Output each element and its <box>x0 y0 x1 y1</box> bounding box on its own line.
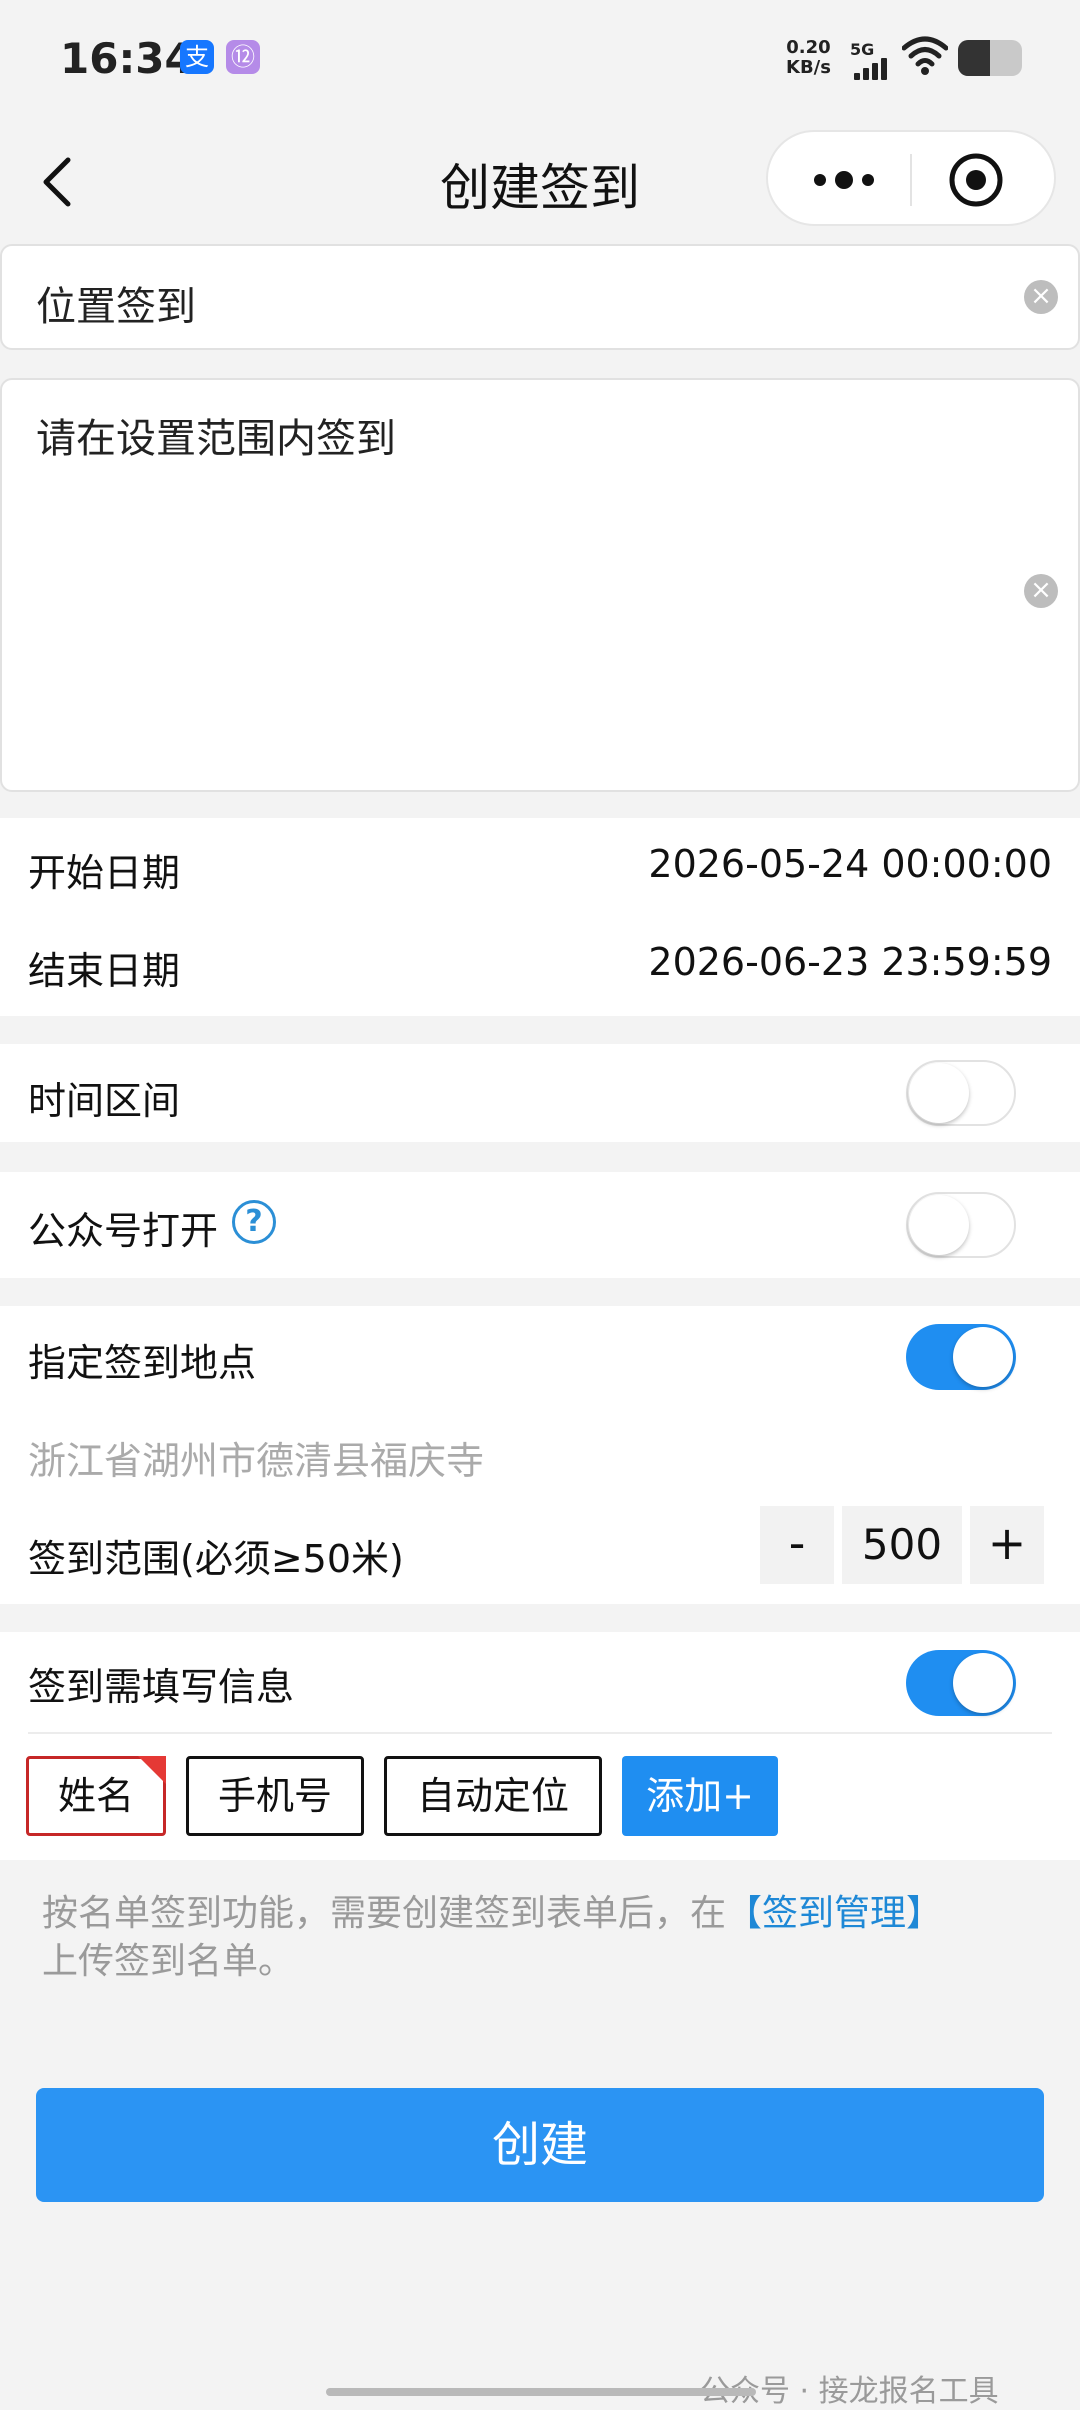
location-label: 指定签到地点 <box>28 1341 257 1385</box>
field-chip-label: 手机号 <box>217 1774 332 1818</box>
field-chip-label: 姓名 <box>57 1774 134 1818</box>
status-bar: 16:34 支 ⑫ 0.20 KB/s 5G <box>0 0 1080 118</box>
wifi-icon <box>902 36 948 75</box>
dates-card: 开始日期 2026-05-24 00:00:00 结束日期 2026-06-23… <box>0 818 1080 1016</box>
time-range-label: 时间区间 <box>28 1079 181 1123</box>
add-field-button[interactable]: 添加+ <box>622 1756 778 1836</box>
mini-program-capsule <box>766 130 1056 226</box>
field-chip-name[interactable]: 姓名 <box>26 1756 166 1836</box>
target-icon[interactable] <box>946 150 1006 210</box>
official-account-row: 公众号打开 ? <box>0 1172 1080 1278</box>
create-button[interactable]: 创建 <box>36 2088 1044 2202</box>
back-arrow-icon[interactable] <box>36 154 80 210</box>
capsule-divider <box>910 154 912 206</box>
location-toggle[interactable] <box>906 1324 1016 1390</box>
location-address[interactable]: 浙江省湖州市德清县福庆寺 <box>28 1430 484 1485</box>
official-account-toggle[interactable] <box>906 1192 1016 1258</box>
time-range-toggle[interactable] <box>906 1060 1016 1126</box>
title-input[interactable]: 位置签到 × <box>0 244 1080 350</box>
start-date-label: 开始日期 <box>28 851 181 895</box>
field-chip-location[interactable]: 自动定位 <box>384 1756 602 1836</box>
description-input[interactable]: 请在设置范围内签到 × <box>0 378 1080 792</box>
range-value[interactable]: 500 <box>842 1506 962 1584</box>
battery-icon <box>958 40 1022 76</box>
home-indicator <box>326 2388 756 2396</box>
net-speed-value: 0.20 <box>786 37 831 58</box>
field-chip-label: 自动定位 <box>416 1774 569 1818</box>
more-dots-icon[interactable] <box>794 152 894 208</box>
end-date-value[interactable]: 2026-06-23 23:59:59 <box>648 940 1052 984</box>
time-range-row: 时间区间 <box>0 1044 1080 1142</box>
description-input-value: 请在设置范围内签到 <box>36 416 396 462</box>
start-date-value[interactable]: 2026-05-24 00:00:00 <box>648 842 1052 886</box>
location-card: 指定签到地点 浙江省湖州市德清县福庆寺 签到范围(必须≥50米) - 500 + <box>0 1306 1080 1604</box>
selected-corner-icon <box>138 1756 166 1784</box>
require-info-card: 签到需填写信息 姓名 手机号 自动定位 添加+ <box>0 1632 1080 1860</box>
sign-list-note: 按名单签到功能，需要创建签到表单后，在【签到管理】上传签到名单。 <box>42 1890 1042 1986</box>
network-type: 5G <box>850 40 875 59</box>
nav-bar: 创建签到 <box>0 118 1080 238</box>
help-icon[interactable]: ? <box>232 1200 276 1244</box>
sign-management-link[interactable]: 【签到管理】 <box>726 1893 942 1934</box>
range-label: 签到范围(必须≥50米) <box>28 1537 404 1581</box>
clear-icon[interactable]: × <box>1024 280 1058 314</box>
net-speed-unit: KB/s <box>786 57 831 78</box>
range-plus-button[interactable]: + <box>970 1506 1044 1584</box>
require-info-toggle[interactable] <box>906 1650 1016 1716</box>
divider <box>28 1732 1052 1734</box>
alipay-badge-icon: 支 <box>180 40 214 74</box>
end-date-label: 结束日期 <box>28 949 181 993</box>
note-text: 按名单签到功能，需要创建签到表单后，在 <box>42 1893 727 1934</box>
field-chip-phone[interactable]: 手机号 <box>186 1756 364 1836</box>
official-account-label: 公众号打开 <box>28 1209 219 1253</box>
range-minus-button[interactable]: - <box>760 1506 834 1584</box>
title-input-value: 位置签到 <box>36 284 196 330</box>
signal-icon <box>854 58 892 80</box>
net-speed: 0.20 KB/s <box>786 38 831 78</box>
note-text-end: 上传签到名单。 <box>42 1941 295 1982</box>
app-badge-icon: ⑫ <box>226 40 260 74</box>
status-time: 16:34 <box>60 34 194 83</box>
clear-icon[interactable]: × <box>1024 574 1058 608</box>
require-info-label: 签到需填写信息 <box>28 1665 295 1709</box>
